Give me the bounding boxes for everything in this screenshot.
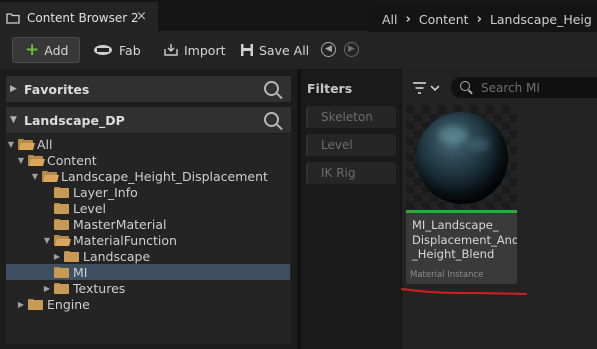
- chevron-right-icon[interactable]: ▶: [16, 300, 26, 309]
- asset-type-color-bar: [406, 210, 517, 213]
- breadcrumb-item-content[interactable]: Content: [411, 12, 477, 27]
- folder-open-icon: [28, 154, 45, 166]
- import-icon: [164, 44, 178, 56]
- filter-chip-ik-rig[interactable]: IK Rig: [306, 162, 396, 184]
- tree-item[interactable]: MasterMaterial: [6, 216, 290, 232]
- tree-item-label: Layer_Info: [73, 184, 138, 200]
- chevron-right-icon[interactable]: ▶: [42, 284, 52, 293]
- red-annotation-underline: [401, 288, 527, 295]
- tree-item-label: Landscape: [83, 248, 151, 264]
- tree-item[interactable]: ▼ MaterialFunction: [6, 232, 290, 248]
- tree-item[interactable]: ▶ Landscape: [6, 248, 290, 264]
- chevron-down-icon[interactable]: ▼: [10, 115, 24, 125]
- asset-name-line: MI_Landscape_: [412, 218, 499, 232]
- add-button[interactable]: + Add: [12, 37, 80, 63]
- tree-item[interactable]: ▼ Landscape_Height_Displacement: [6, 168, 290, 184]
- folder-open-icon: [18, 138, 35, 150]
- folder-icon: [54, 282, 69, 294]
- search-icon[interactable]: [264, 112, 279, 127]
- filters-title: Filters: [307, 81, 353, 96]
- fab-icon: [94, 45, 112, 55]
- project-header[interactable]: ▼ Landscape_DP: [6, 107, 291, 133]
- content-browser-tab[interactable]: Content Browser 2 ×: [0, 2, 158, 31]
- asset-name-line: Displacement_And: [412, 232, 517, 247]
- search-input[interactable]: [479, 79, 597, 97]
- tree-item[interactable]: Layer_Info: [6, 184, 290, 200]
- chevron-down-icon[interactable]: ▼: [42, 236, 52, 245]
- tree-item[interactable]: ▶ Engine: [6, 296, 290, 312]
- search-icon[interactable]: [264, 81, 279, 96]
- tree-item-label: Engine: [47, 296, 90, 312]
- tree-item-label: MaterialFunction: [73, 232, 177, 248]
- chevron-down-icon[interactable]: ▼: [6, 140, 16, 149]
- save-all-button[interactable]: Save All: [240, 37, 309, 63]
- close-icon[interactable]: ×: [136, 9, 147, 24]
- chevron-down-icon[interactable]: ▼: [30, 172, 40, 181]
- folder-icon: [6, 13, 20, 24]
- tree-item[interactable]: ▼ Content: [6, 152, 290, 168]
- material-sphere-preview: [416, 112, 508, 204]
- asset-tile[interactable]: MI_Landscape_ Displacement_And _Height_B…: [406, 106, 517, 284]
- asset-type-label: Material Instance: [410, 270, 484, 280]
- chevron-down-icon[interactable]: ▼: [16, 156, 26, 165]
- save-icon: [241, 44, 253, 56]
- import-button-label: Import: [184, 42, 226, 58]
- fab-button-label: Fab: [119, 42, 141, 58]
- plus-icon: +: [25, 39, 40, 60]
- tree-item-label: Level: [73, 200, 106, 216]
- tree-item-label: MasterMaterial: [73, 216, 167, 232]
- folder-icon: [64, 250, 79, 262]
- asset-thumbnail: [406, 106, 517, 210]
- search-icon: [460, 81, 470, 91]
- folder-open-icon: [42, 170, 59, 182]
- breadcrumb-item-all[interactable]: All: [368, 12, 406, 27]
- tree-item[interactable]: Level: [6, 200, 290, 216]
- tree-item-label: MI: [73, 264, 88, 280]
- folder-icon: [54, 202, 69, 214]
- tree-item-label: Textures: [73, 280, 126, 296]
- fab-button[interactable]: Fab: [92, 37, 141, 63]
- folder-tree: ▼ All ▼ Content ▼ Landscape_Height_Displaceme…: [6, 134, 291, 344]
- filter-chip-skeleton[interactable]: Skeleton: [306, 106, 396, 128]
- search-box[interactable]: [451, 77, 597, 98]
- arrow-left-circle-icon[interactable]: ◀: [321, 42, 336, 57]
- import-button[interactable]: Import: [163, 37, 226, 63]
- arrow-right-circle-icon[interactable]: ▶: [344, 42, 359, 57]
- add-button-label: Add: [44, 42, 69, 58]
- folder-icon: [28, 298, 43, 310]
- chevron-right-icon[interactable]: ▶: [52, 252, 62, 261]
- folder-open-icon: [54, 234, 71, 246]
- breadcrumb-item-landscape[interactable]: Landscape_Heig: [482, 12, 597, 27]
- tab-title: Content Browser 2: [27, 11, 139, 25]
- tree-item[interactable]: MI: [6, 264, 290, 280]
- folder-icon: [54, 266, 69, 278]
- favorites-label: Favorites: [24, 81, 90, 97]
- folder-icon: [54, 218, 69, 230]
- filter-dropdown-icon[interactable]: [411, 80, 441, 96]
- project-label: Landscape_DP: [24, 112, 125, 128]
- tree-item-label: All: [37, 136, 53, 152]
- filter-chip-level[interactable]: Level: [306, 134, 396, 156]
- chevron-right-icon[interactable]: ▶: [10, 84, 24, 94]
- tree-item[interactable]: ▶ Textures: [6, 280, 290, 296]
- toolbar: + Add Fab Import Save All ◀ ▶: [0, 31, 597, 69]
- tree-item[interactable]: ▼ All: [6, 136, 290, 152]
- folder-icon: [54, 186, 69, 198]
- tree-item-label: Landscape_Height_Displacement: [61, 168, 268, 184]
- asset-name-line: _Height_Blend: [412, 247, 495, 261]
- asset-name: MI_Landscape_ Displacement_And _Height_B…: [412, 218, 517, 262]
- tree-item-label: Content: [47, 152, 97, 168]
- breadcrumb: All › Content › Landscape_Heig: [368, 6, 597, 32]
- save-all-button-label: Save All: [259, 42, 310, 58]
- favorites-header[interactable]: ▶ Favorites: [6, 76, 291, 102]
